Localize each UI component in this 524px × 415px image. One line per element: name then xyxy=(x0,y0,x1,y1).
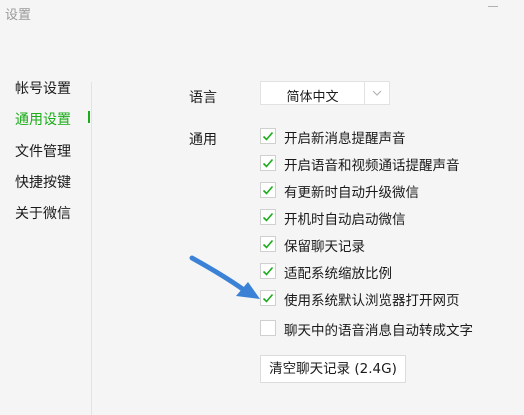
annotation-arrow-icon xyxy=(189,255,260,299)
option-label: 有更新时自动升级微信 xyxy=(284,185,419,201)
language-label: 语言 xyxy=(189,90,217,106)
option-label: 使用系统默认浏览器打开网页 xyxy=(284,293,460,309)
chevron-down-icon[interactable] xyxy=(370,86,384,100)
checkbox[interactable] xyxy=(260,182,276,198)
option-label: 聊天中的语音消息自动转成文字 xyxy=(284,323,473,339)
language-select[interactable]: 简体中文 xyxy=(260,81,390,105)
option-label: 开机时自动启动微信 xyxy=(284,212,406,228)
checkbox[interactable] xyxy=(260,320,276,336)
window-title: 设置 xyxy=(5,8,32,23)
option-label: 适配系统缩放比例 xyxy=(284,266,392,282)
checkmark-icon xyxy=(262,239,274,249)
option-label: 开启新消息提醒声音 xyxy=(284,131,406,147)
checkmark-icon xyxy=(262,131,274,141)
sidebar-item-general[interactable]: 通用设置 xyxy=(15,109,71,129)
option-label: 保留聊天记录 xyxy=(284,239,365,255)
clear-chat-history-button[interactable]: 清空聊天记录 (2.4G) xyxy=(260,355,406,383)
sidebar-item-account[interactable]: 帐号设置 xyxy=(15,78,71,98)
checkbox[interactable] xyxy=(260,236,276,252)
select-separator xyxy=(364,82,365,104)
sidebar-item-shortcuts[interactable]: 快捷按键 xyxy=(15,172,71,192)
language-selected-value: 简体中文 xyxy=(286,90,339,105)
active-indicator xyxy=(88,111,90,123)
sidebar-divider xyxy=(91,82,92,415)
minimize-icon[interactable] xyxy=(488,6,498,7)
checkbox[interactable] xyxy=(260,209,276,225)
checkmark-icon xyxy=(262,185,274,195)
option-label: 开启语音和视频通话提醒声音 xyxy=(284,158,460,174)
checkbox[interactable] xyxy=(260,155,276,171)
checkmark-icon xyxy=(262,212,274,222)
checkbox[interactable] xyxy=(260,128,276,144)
sidebar-item-about[interactable]: 关于微信 xyxy=(15,203,71,223)
checkmark-icon xyxy=(262,158,274,168)
sidebar-item-files[interactable]: 文件管理 xyxy=(15,141,71,161)
title-bar: 设置 xyxy=(0,0,524,26)
general-label: 通用 xyxy=(189,132,217,148)
